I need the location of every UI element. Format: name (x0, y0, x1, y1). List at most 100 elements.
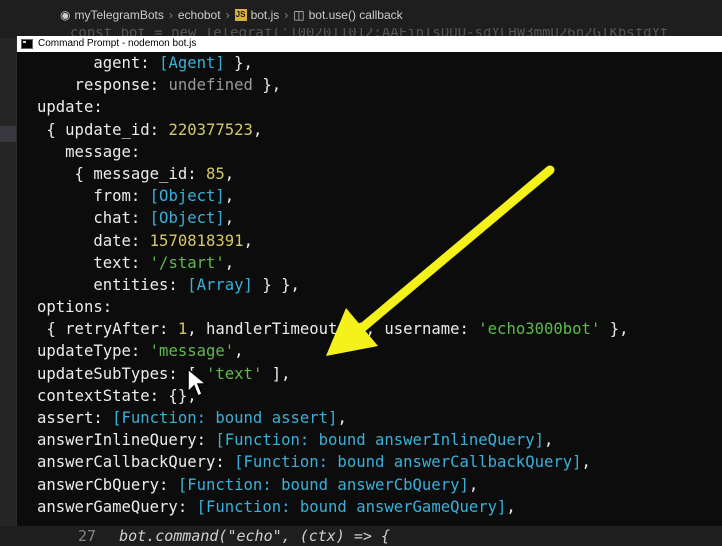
terminal-line: message: (37, 141, 722, 163)
chevron-right-icon: › (225, 8, 230, 22)
terminal-token: 1570818391 (149, 231, 244, 250)
terminal-line: { update_id: 220377523, (37, 119, 722, 141)
terminal-token: answerInlineQuery: (37, 431, 216, 450)
terminal-token: 0 (356, 320, 366, 339)
terminal-line: date: 1570818391, (37, 230, 722, 252)
terminal-token: [Agent] (159, 54, 225, 72)
terminal-token: , (581, 453, 591, 472)
terminal-token: , (252, 120, 263, 139)
editor-bottom-line: 27 bot.command("echo", (ctx) => { (0, 526, 722, 546)
breadcrumb-subfolder[interactable]: echobot (178, 8, 221, 22)
breadcrumb: ◉ myTelegramBots › echobot › JS bot.js ›… (0, 0, 722, 30)
terminal-token: update: (37, 98, 103, 117)
terminal-token: answerGameQuery: (37, 497, 197, 516)
terminal-token: , (224, 209, 235, 228)
terminal-token: }, (252, 76, 282, 95)
terminal-token: undefined (168, 76, 253, 95)
terminal-line: from: [Object], (37, 185, 722, 207)
terminal-token: [Function: bound answerCbQuery] (177, 475, 469, 494)
terminal-line: update: (37, 96, 722, 118)
js-file-icon: JS (234, 9, 247, 21)
terminal-line: assert: [Function: bound assert], (37, 407, 722, 429)
terminal-token: contextState: {}, (37, 386, 197, 405)
terminal-token: { message_id: (37, 164, 206, 183)
terminal-token: entities: (37, 275, 188, 294)
terminal-token: } }, (252, 275, 300, 294)
terminal-token: , (543, 431, 554, 450)
terminal-token: answerCallbackQuery: (37, 453, 235, 472)
terminal-line: options: (37, 296, 722, 318)
breadcrumb-file[interactable]: bot.js (251, 8, 280, 22)
terminal-token: 'message' (149, 342, 235, 361)
target-circle-icon: ◉ (60, 8, 71, 22)
terminal-token: [Function: bound answerCallbackQuery] (234, 453, 582, 472)
terminal-token: , (224, 164, 235, 183)
terminal-token: agent: (37, 54, 160, 72)
terminal-line: updateType: 'message', (37, 340, 722, 362)
terminal-token: , (337, 409, 347, 427)
terminal-token: { retryAfter: (37, 320, 178, 339)
terminal-token: }, (600, 320, 629, 339)
terminal-token: date: (37, 231, 150, 250)
terminal-token: , (224, 187, 235, 206)
terminal-token: assert: (37, 409, 113, 427)
window-title: Command Prompt - nodemon bot.js (38, 38, 197, 49)
terminal-line: entities: [Array] } }, (37, 274, 722, 296)
terminal-token: [Function: bound assert] (112, 409, 338, 427)
terminal-token: , username: (365, 320, 479, 339)
terminal-token: answerCbQuery: (37, 475, 178, 494)
terminal-output[interactable]: agent: [Agent] }, response: undefined },… (17, 52, 722, 518)
terminal-token: [Object] (149, 209, 225, 228)
terminal-token: 'text' (206, 364, 263, 383)
cmd-icon (21, 39, 33, 49)
terminal-line: text: '/start', (37, 252, 722, 274)
terminal-token: ], (262, 364, 291, 383)
breadcrumb-symbol[interactable]: bot.use() callback (309, 8, 403, 22)
terminal-line: updateSubTypes: [ 'text' ], (37, 363, 722, 385)
terminal-token: [Object] (149, 187, 225, 206)
terminal-token: , (468, 475, 479, 494)
terminal-token: '/start' (149, 253, 225, 272)
terminal-token: [Function: bound answerInlineQuery] (215, 431, 544, 450)
terminal-token: text: (37, 253, 150, 272)
terminal-token: message: (37, 142, 141, 161)
terminal-token: updateSubTypes: [ (37, 364, 206, 383)
terminal-token: { update_id: (37, 120, 169, 139)
terminal-line: answerInlineQuery: [Function: bound answ… (37, 429, 722, 451)
terminal-token: , (506, 497, 516, 516)
terminal-line: contextState: {}, (37, 385, 722, 407)
terminal-token: 1 (177, 320, 188, 339)
terminal-line: { retryAfter: 1, handlerTimeout: 0, user… (37, 318, 722, 340)
terminal-line: agent: [Agent] }, (37, 52, 722, 74)
terminal-token: [Function: bound answerGameQuery] (196, 497, 507, 516)
terminal-token: chat: (37, 209, 150, 228)
terminal-line: answerCallbackQuery: [Function: bound an… (37, 451, 722, 473)
terminal-token: from: (37, 187, 150, 206)
code-line: bot.command("echo", (ctx) => { (119, 527, 391, 545)
terminal-token: options: (37, 298, 113, 317)
breadcrumb-folder[interactable]: myTelegramBots (74, 8, 163, 22)
terminal-line: answerGameQuery: [Function: bound answer… (37, 496, 722, 518)
terminal-token: updateType: (37, 342, 150, 361)
editor-gutter (0, 38, 16, 528)
terminal-line: { message_id: 85, (37, 163, 722, 185)
command-prompt-window[interactable]: Command Prompt - nodemon bot.js agent: [… (16, 36, 722, 526)
line-number: 27 (78, 527, 97, 545)
terminal-line: chat: [Object], (37, 207, 722, 229)
terminal-token: 85 (206, 164, 225, 183)
chevron-right-icon: › (284, 8, 289, 22)
cube-icon: ◫ (293, 8, 305, 22)
terminal-token: 'echo3000bot' (478, 320, 601, 339)
terminal-token: [Array] (187, 275, 253, 294)
terminal-token: 220377523 (168, 120, 253, 139)
chevron-right-icon: › (168, 8, 173, 22)
terminal-token: , handlerTimeout: (187, 320, 357, 339)
window-titlebar[interactable]: Command Prompt - nodemon bot.js (17, 36, 722, 52)
terminal-line: answerCbQuery: [Function: bound answerCb… (37, 474, 722, 496)
terminal-token: , (234, 342, 244, 361)
terminal-token: response: (37, 76, 169, 95)
terminal-line: response: undefined }, (37, 74, 722, 96)
mouse-cursor-icon (187, 368, 208, 398)
terminal-token: }, (224, 54, 253, 72)
terminal-token: , (243, 231, 253, 250)
